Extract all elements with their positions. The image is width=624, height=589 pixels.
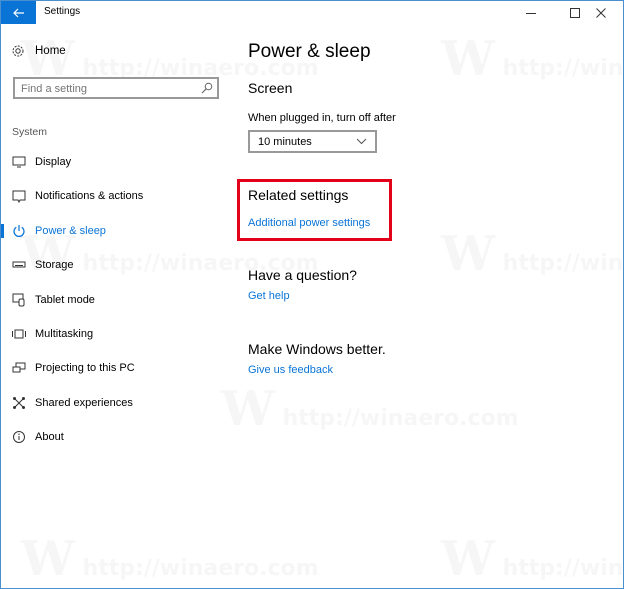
watermark: W http://winaero.com: [441, 531, 624, 587]
section-label-system: System: [12, 126, 48, 138]
give-feedback-link[interactable]: Give us feedback: [248, 364, 333, 376]
settings-window: W http://winaero.com W http://winaero.co…: [0, 0, 624, 589]
home-label: Home: [35, 45, 66, 57]
get-help-link[interactable]: Get help: [248, 290, 290, 302]
watermark: W http://winaero.com: [441, 226, 624, 282]
minimize-button[interactable]: [509, 1, 553, 24]
plugged-in-label: When plugged in, turn off after: [248, 112, 396, 124]
search-input[interactable]: [21, 80, 191, 98]
sidebar-item-notifications[interactable]: Notifications & actions: [1, 181, 231, 211]
chevron-down-icon: [356, 138, 367, 145]
display-icon: [12, 156, 26, 168]
notifications-icon: [12, 190, 26, 203]
watermark: W http://winaero.com: [441, 31, 624, 87]
title-bar: Settings: [1, 1, 623, 24]
sidebar-item-multitasking[interactable]: Multitasking: [1, 319, 231, 349]
question-heading: Have a question?: [248, 267, 357, 283]
close-icon: [596, 7, 606, 18]
storage-icon: [12, 261, 26, 268]
feedback-heading: Make Windows better.: [248, 341, 386, 357]
sidebar-item-storage[interactable]: Storage: [1, 250, 231, 280]
screen-heading: Screen: [248, 80, 293, 96]
shared-experiences-icon: [13, 397, 25, 409]
window-title: Settings: [44, 6, 81, 17]
about-icon: [13, 431, 25, 443]
tablet-mode-icon: [12, 293, 25, 307]
projecting-icon: [12, 362, 26, 373]
search-icon[interactable]: [201, 82, 213, 94]
highlight-annotation-box: [237, 179, 392, 241]
arrow-left-icon: [12, 8, 24, 17]
watermark: W http://winaero.com: [21, 531, 319, 587]
home-link[interactable]: Home: [11, 44, 66, 58]
sidebar-item-shared-experiences[interactable]: Shared experiences: [1, 388, 231, 418]
power-icon: [13, 225, 25, 237]
gear-icon: [12, 45, 24, 57]
screen-timeout-dropdown[interactable]: 10 minutes: [248, 130, 377, 153]
page-title: Power & sleep: [248, 41, 371, 62]
watermark: W http://winaero.com: [221, 381, 519, 437]
sidebar-item-about[interactable]: About: [1, 422, 231, 452]
sidebar-item-power-sleep[interactable]: Power & sleep: [1, 216, 231, 246]
back-button[interactable]: [1, 1, 36, 24]
sidebar-item-display[interactable]: Display: [1, 147, 231, 177]
multitasking-icon: [12, 329, 26, 339]
sidebar-item-projecting[interactable]: Projecting to this PC: [1, 353, 231, 383]
minimize-icon: [526, 12, 536, 14]
close-button[interactable]: [579, 1, 623, 24]
sidebar-item-tablet-mode[interactable]: Tablet mode: [1, 285, 231, 315]
dropdown-value: 10 minutes: [258, 135, 312, 148]
search-box[interactable]: [13, 77, 219, 99]
